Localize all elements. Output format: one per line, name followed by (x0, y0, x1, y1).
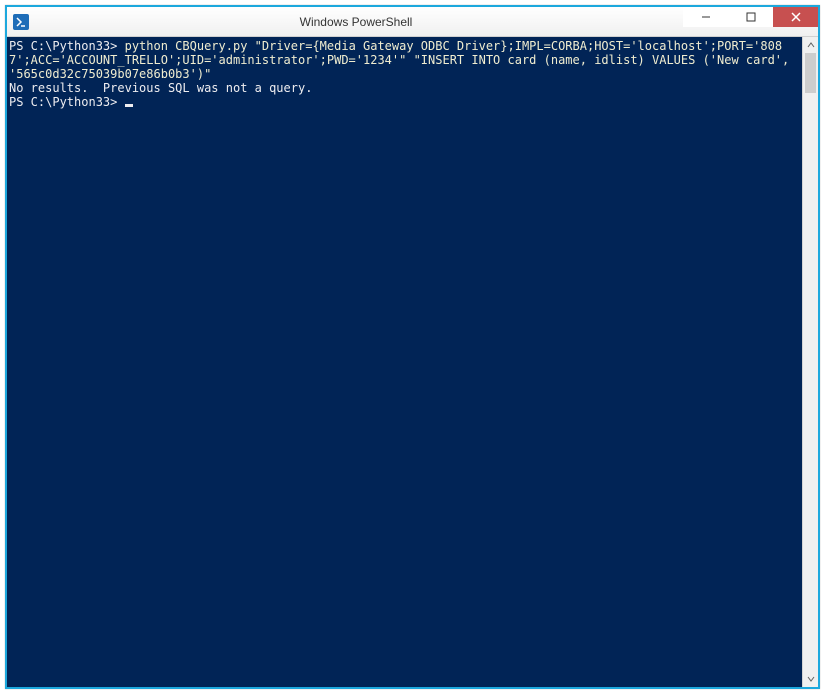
cursor (125, 104, 133, 107)
vertical-scrollbar[interactable] (802, 37, 818, 687)
terminal-area: PS C:\Python33> python CBQuery.py "Drive… (7, 37, 818, 687)
close-button[interactable] (773, 7, 818, 27)
window-controls (683, 7, 818, 36)
titlebar[interactable]: Windows PowerShell (7, 7, 818, 37)
close-icon (791, 12, 801, 22)
prompt: PS C:\Python33> (9, 95, 117, 109)
chevron-up-icon (807, 41, 815, 49)
powershell-icon (13, 14, 29, 30)
scroll-up-button[interactable] (803, 37, 818, 53)
scroll-track[interactable] (803, 53, 818, 671)
prompt: PS C:\Python33> (9, 39, 117, 53)
output-line: No results. Previous SQL was not a query… (9, 81, 312, 95)
terminal-output[interactable]: PS C:\Python33> python CBQuery.py "Drive… (7, 37, 802, 687)
chevron-down-icon (807, 675, 815, 683)
command-text (117, 95, 124, 109)
scroll-thumb[interactable] (805, 53, 816, 93)
scroll-down-button[interactable] (803, 671, 818, 687)
maximize-button[interactable] (728, 7, 773, 27)
minimize-icon (701, 12, 711, 22)
window-title: Windows PowerShell (29, 15, 683, 29)
maximize-icon (746, 12, 756, 22)
command-text: python CBQuery.py "Driver={Media Gateway… (9, 39, 797, 81)
minimize-button[interactable] (683, 7, 728, 27)
powershell-window: Windows PowerShell PS C:\Python33> pytho… (5, 5, 820, 689)
